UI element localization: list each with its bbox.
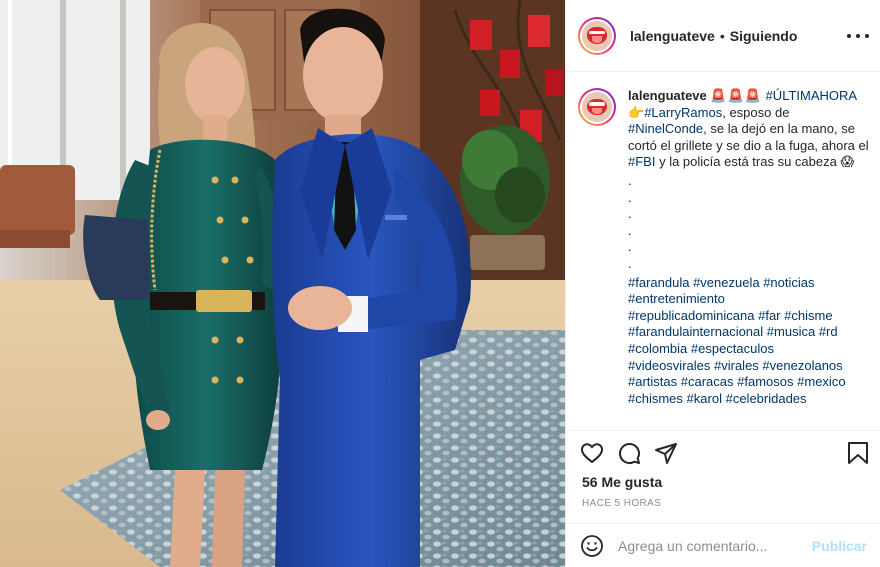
hashtag-link[interactable]: #farandula [628,275,689,290]
scream-emoji: 😱 [840,154,855,170]
share-icon[interactable] [654,441,678,465]
likes-count[interactable]: 56 Me gusta [582,474,662,490]
lalengua-logo-icon [582,92,612,122]
post-actions: 56 Me gusta HACE 5 HORAS [566,430,880,530]
caption-username[interactable]: lalenguateve [628,88,707,103]
more-dot [847,34,851,38]
photo-illustration [0,0,565,567]
add-comment-bar: Publicar [566,523,880,567]
hashtag-link[interactable]: #venezuela [693,275,760,290]
dot-line: . [628,255,632,271]
hashtag-link[interactable]: #chismes [628,391,683,406]
hashtag-link[interactable]: #celebridades [726,391,807,406]
hashtag-link[interactable]: #colombia [628,341,687,356]
hashtag-link[interactable]: #musica [767,324,815,339]
hashtag-link[interactable]: #karol [687,391,722,406]
hashtag-link[interactable]: #venezolanos [762,358,842,373]
dot-lines: . . . . . . [628,173,869,273]
more-dot [865,34,869,38]
hashtag-link[interactable]: #rd [819,324,838,339]
avatar-ring [580,90,614,124]
lalengua-logo-icon [582,20,612,51]
caption-fragment: , esposo de [722,104,790,120]
hashtag-link[interactable]: #republicadominicana [628,308,754,323]
hashtag-block: #farandula #venezuela #noticias #entrete… [628,275,869,408]
hashtag-link[interactable]: #artistas [628,374,677,389]
caption-text: lalenguateve 🚨🚨🚨 #ÚLTIMAHORA 👉#LarryRamo… [628,88,869,407]
follow-status-button[interactable]: Siguiendo [730,28,798,44]
logo-text-band [588,30,606,35]
hashtag-link[interactable]: #chisme [784,308,832,323]
logo-text-band [588,102,606,106]
logo-tongue [592,107,602,115]
avatar-ring [580,18,614,53]
logo-tongue [592,36,602,43]
hashtag-link[interactable]: #farandulainternacional [628,324,763,339]
post-header: lalenguateve • Siguiendo [566,0,880,72]
dot-line: . [628,222,632,238]
dot-line: . [628,189,632,205]
hashtag-link[interactable]: #ÚLTIMAHORA [766,88,858,103]
hashtag-link[interactable]: #mexico [797,374,845,389]
post-photo[interactable] [0,0,565,567]
dot-line: . [628,206,632,222]
comment-input[interactable] [618,537,808,554]
caption-fragment: y la policía está tras su cabeza [659,154,837,170]
publish-button[interactable]: Publicar [812,538,867,554]
more-horizontal-icon[interactable] [847,26,869,46]
more-dot [856,34,860,38]
post-side-panel: lalenguateve • Siguiendo lalenguateve 🚨🚨… [565,0,880,567]
bookmark-icon[interactable] [847,441,869,465]
author-avatar[interactable] [578,16,616,55]
author-username[interactable]: lalenguateve [630,28,715,44]
comments-area[interactable]: lalenguateve 🚨🚨🚨 #ÚLTIMAHORA 👉#LarryRamo… [566,72,880,430]
comment-icon[interactable] [617,441,641,465]
hashtag-link[interactable]: #noticias [763,275,814,290]
hashtag-link[interactable]: #virales [714,358,759,373]
dot-line: . [628,239,632,255]
hashtag-link[interactable]: #LarryRamos [644,105,722,120]
point-emoji: 👉 [628,104,645,120]
header-separator: • [719,27,725,44]
heart-icon[interactable] [580,441,604,465]
hashtag-link[interactable]: #far [758,308,780,323]
caption-author-avatar[interactable] [578,88,616,126]
hashtag-link[interactable]: #FBI [628,154,655,169]
dot-line: . [628,172,632,188]
hashtag-link[interactable]: #videosvirales [628,358,710,373]
alert-emoji: 🚨🚨🚨 [710,88,762,103]
hashtag-link[interactable]: #NinelConde [628,121,703,136]
hashtag-link[interactable]: #famosos [737,374,793,389]
action-icons [580,441,691,467]
instagram-post: lalenguateve • Siguiendo lalenguateve 🚨🚨… [0,0,880,567]
hashtag-link[interactable]: #entretenimiento [628,291,725,306]
hashtag-link[interactable]: #caracas [681,374,734,389]
post-timestamp[interactable]: HACE 5 HORAS [582,498,661,509]
smiley-icon[interactable] [580,534,604,558]
hashtag-link[interactable]: #espectaculos [691,341,774,356]
